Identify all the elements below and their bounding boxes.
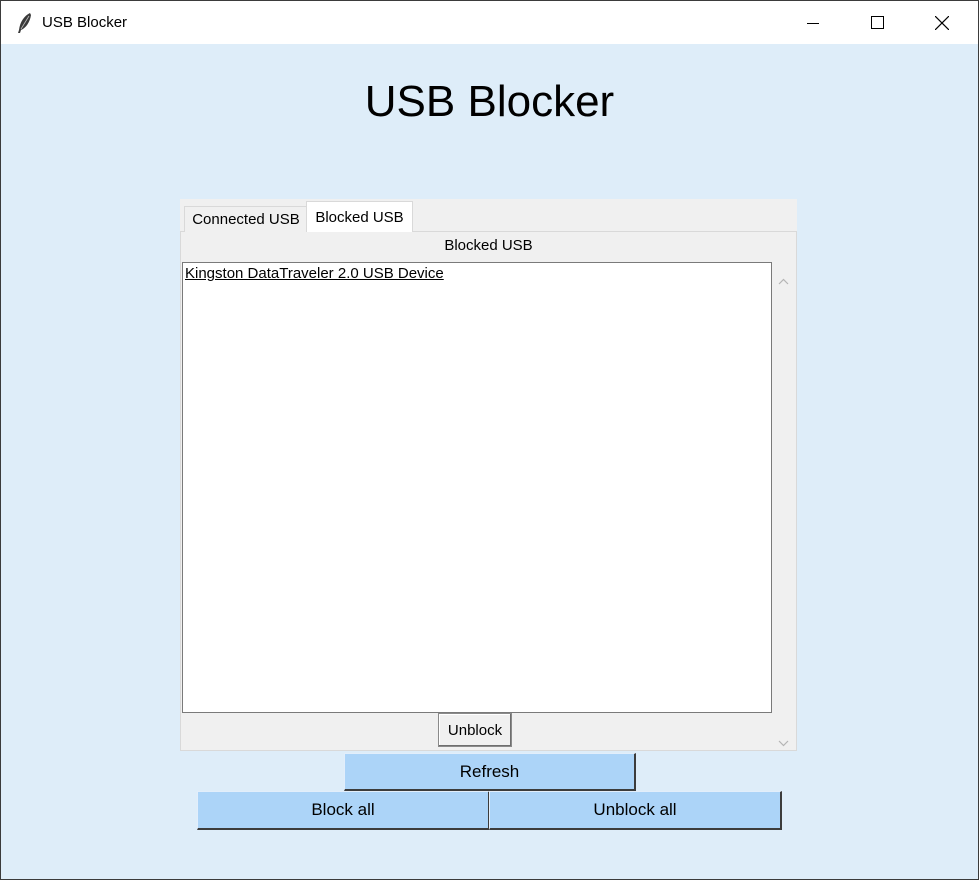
blocked-usb-list[interactable]: Kingston DataTraveler 2.0 USB Device xyxy=(182,262,772,713)
refresh-button[interactable]: Refresh xyxy=(344,753,636,791)
chevron-up-icon[interactable] xyxy=(778,270,789,289)
title-bar[interactable]: USB Blocker xyxy=(1,1,978,44)
blocked-usb-pane: Blocked USB Kingston DataTraveler 2.0 US… xyxy=(180,231,797,751)
unblock-all-button[interactable]: Unblock all xyxy=(489,791,782,830)
chevron-down-icon[interactable] xyxy=(778,732,789,751)
usb-notebook: Blocked USB Kingston DataTraveler 2.0 US… xyxy=(180,199,797,751)
close-icon xyxy=(935,15,949,30)
minimize-button[interactable] xyxy=(790,1,836,44)
maximize-icon xyxy=(870,16,884,29)
unblock-button[interactable]: Unblock xyxy=(438,713,512,747)
close-button[interactable] xyxy=(919,1,965,44)
block-all-button[interactable]: Block all xyxy=(197,791,490,830)
tab-connected-usb[interactable]: Connected USB xyxy=(184,206,308,232)
maximize-button[interactable] xyxy=(854,1,900,44)
app-window: USB Blocker USB Blocker Blocked USB King… xyxy=(0,0,979,880)
feather-icon xyxy=(16,12,34,34)
list-item[interactable]: Kingston DataTraveler 2.0 USB Device xyxy=(185,265,444,282)
page-title: USB Blocker xyxy=(364,77,615,126)
pane-title: Blocked USB xyxy=(444,237,533,254)
minimize-icon xyxy=(807,17,819,29)
tab-blocked-usb[interactable]: Blocked USB xyxy=(306,201,413,232)
list-scrollbar[interactable] xyxy=(775,262,792,750)
window-title: USB Blocker xyxy=(42,14,128,31)
